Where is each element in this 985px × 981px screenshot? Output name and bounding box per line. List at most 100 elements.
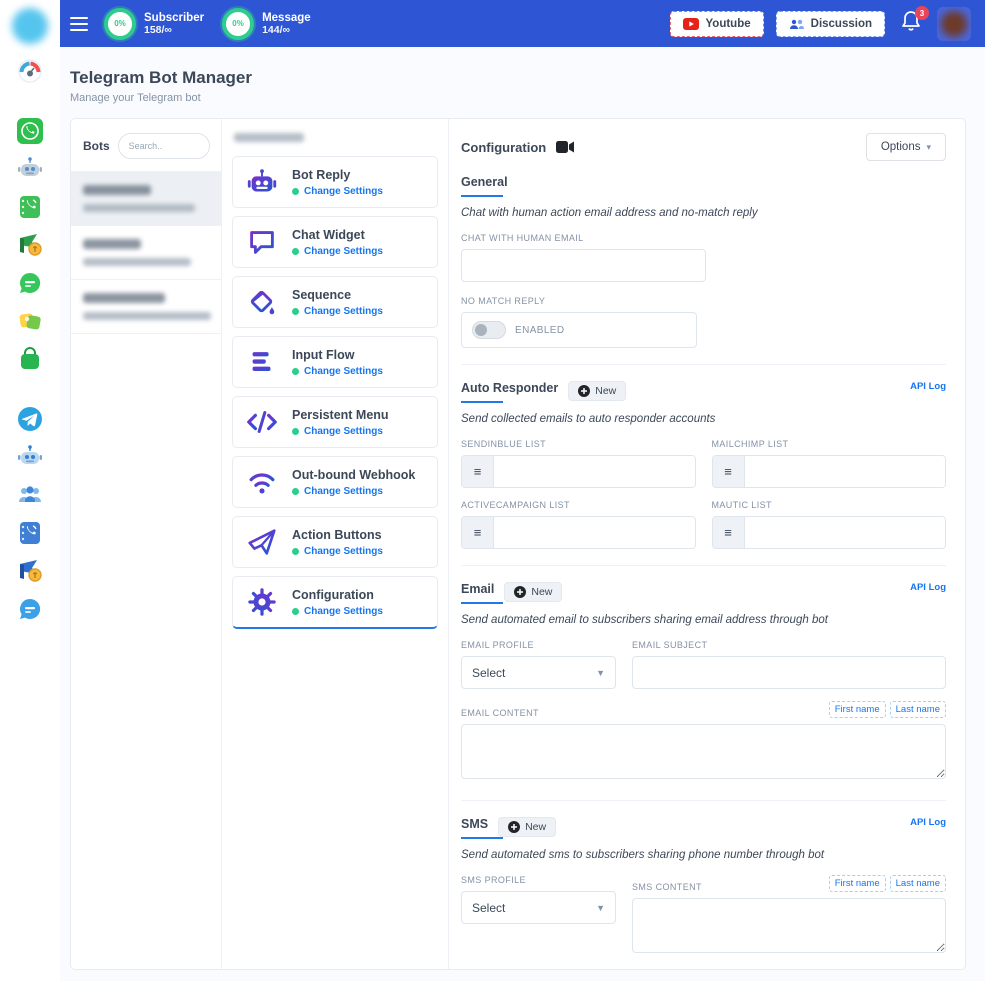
sendinblue-list-input[interactable]: [494, 456, 695, 487]
new-button-label: New: [525, 821, 546, 833]
menu-item-action-buttons[interactable]: Action Buttons Change Settings: [232, 516, 438, 568]
app-logo[interactable]: [12, 8, 48, 44]
status-dot: [292, 188, 299, 195]
telegram-chat-icon[interactable]: [17, 596, 43, 622]
dashboard-icon[interactable]: [17, 58, 43, 84]
webhook-icon: [245, 465, 279, 499]
change-settings-link[interactable]: Change Settings: [304, 546, 383, 557]
email-subject-input[interactable]: [632, 656, 946, 689]
new-button-label: New: [595, 385, 616, 397]
whatsapp-icon[interactable]: [17, 118, 43, 144]
notifications-button[interactable]: 3: [901, 10, 921, 37]
user-avatar[interactable]: [937, 7, 971, 41]
caret-down-icon: ▼: [596, 668, 605, 678]
bot-name-redacted: [83, 239, 141, 249]
configuration-icon: [245, 585, 279, 619]
menu-item-input-flow[interactable]: Input Flow Change Settings: [232, 336, 438, 388]
auto-responder-api-log-link[interactable]: API Log: [910, 381, 946, 392]
page-title: Telegram Bot Manager: [70, 68, 966, 88]
sendinblue-list-label: SENDINBLUE LIST: [461, 439, 696, 449]
change-settings-link[interactable]: Change Settings: [304, 186, 383, 197]
menu-toggle-icon[interactable]: [70, 13, 88, 35]
menu-item-title: Configuration: [292, 588, 383, 602]
menu-item-chat-widget[interactable]: Chat Widget Change Settings: [232, 216, 438, 268]
mailchimp-list-input[interactable]: [745, 456, 946, 487]
integrations-icon[interactable]: [17, 308, 43, 334]
list-icon: ≡: [713, 517, 745, 548]
chat-with-human-email-input[interactable]: [461, 249, 706, 282]
no-match-reply-label: NO MATCH REPLY: [461, 296, 946, 306]
change-settings-link[interactable]: Change Settings: [304, 486, 383, 497]
store-icon[interactable]: [17, 346, 43, 372]
status-dot: [292, 548, 299, 555]
email-new-button[interactable]: New: [504, 582, 562, 602]
email-profile-select[interactable]: Select▼: [461, 656, 616, 689]
selected-bot-name-redacted: [234, 133, 304, 142]
whatsapp-contacts-icon[interactable]: [17, 194, 43, 220]
users-icon: [789, 18, 805, 30]
telegram-contacts-icon[interactable]: [17, 520, 43, 546]
whatsapp-chat-icon[interactable]: [17, 270, 43, 296]
first-name-chip[interactable]: First name: [829, 875, 886, 892]
message-stat: 0% Message 144/∞: [222, 8, 311, 40]
tab-auto-responder[interactable]: Auto Responder: [461, 381, 558, 403]
bot-list-item[interactable]: [71, 279, 221, 333]
change-settings-link[interactable]: Change Settings: [304, 426, 383, 437]
sms-api-log-link[interactable]: API Log: [910, 817, 946, 828]
tab-general[interactable]: General: [461, 175, 508, 197]
caret-down-icon: ▾: [926, 142, 931, 153]
mautic-list-label: MAUTIC LIST: [712, 500, 947, 510]
telegram-bot-icon[interactable]: [17, 444, 43, 470]
main-area: 0% Subscriber 158/∞ 0% Message 144/∞ You…: [60, 0, 985, 981]
chat-with-human-email-label: CHAT WITH HUMAN EMAIL: [461, 233, 946, 243]
no-match-reply-toggle[interactable]: [472, 321, 506, 339]
discussion-button[interactable]: Discussion: [776, 11, 885, 37]
change-settings-link[interactable]: Change Settings: [304, 246, 383, 257]
bot-list-item[interactable]: [71, 171, 221, 225]
change-settings-link[interactable]: Change Settings: [304, 606, 383, 617]
sms-profile-label: SMS PROFILE: [461, 875, 616, 885]
telegram-icon[interactable]: [17, 406, 43, 432]
whatsapp-bot-icon[interactable]: [17, 156, 43, 182]
sms-new-button[interactable]: New: [498, 817, 556, 837]
tab-sms[interactable]: SMS: [461, 817, 488, 839]
menu-item-sequence[interactable]: Sequence Change Settings: [232, 276, 438, 328]
sms-content-label: SMS CONTENT: [632, 882, 702, 892]
video-tutorial-icon[interactable]: [556, 140, 574, 154]
mautic-list-input[interactable]: [745, 517, 946, 548]
menu-item-outbound-webhook[interactable]: Out-bound Webhook Change Settings: [232, 456, 438, 508]
email-api-log-link[interactable]: API Log: [910, 582, 946, 593]
last-name-chip[interactable]: Last name: [890, 875, 946, 892]
sms-profile-select[interactable]: Select▼: [461, 891, 616, 924]
telegram-campaign-icon[interactable]: [17, 558, 43, 584]
telegram-subscribers-icon[interactable]: [17, 482, 43, 508]
menu-item-configuration[interactable]: Configuration Change Settings: [232, 576, 438, 629]
first-name-chip[interactable]: First name: [829, 701, 886, 718]
bot-list-item[interactable]: [71, 225, 221, 279]
plus-circle-icon: [508, 821, 520, 833]
change-settings-link[interactable]: Change Settings: [304, 306, 383, 317]
options-button[interactable]: Options ▾: [866, 133, 946, 161]
status-dot: [292, 248, 299, 255]
sms-content-textarea[interactable]: [632, 898, 946, 953]
subscriber-progress-ring: 0%: [104, 8, 136, 40]
menu-item-persistent-menu[interactable]: Persistent Menu Change Settings: [232, 396, 438, 448]
plus-circle-icon: [514, 586, 526, 598]
youtube-icon: [683, 18, 699, 30]
activecampaign-list-input[interactable]: [494, 517, 695, 548]
auto-responder-new-button[interactable]: New: [568, 381, 626, 401]
auto-responder-description: Send collected emails to auto responder …: [461, 413, 946, 425]
bot-search-input[interactable]: [118, 133, 210, 159]
email-content-textarea[interactable]: [461, 724, 946, 779]
youtube-button[interactable]: Youtube: [670, 11, 763, 37]
email-content-label: EMAIL CONTENT: [461, 708, 539, 718]
status-dot: [292, 488, 299, 495]
change-settings-link[interactable]: Change Settings: [304, 366, 383, 377]
whatsapp-campaign-icon[interactable]: [17, 232, 43, 258]
message-progress-ring: 0%: [222, 8, 254, 40]
menu-item-bot-reply[interactable]: Bot Reply Change Settings: [232, 156, 438, 208]
input-flow-icon: [245, 345, 279, 379]
message-label: Message: [262, 12, 311, 24]
tab-email[interactable]: Email: [461, 582, 494, 604]
last-name-chip[interactable]: Last name: [890, 701, 946, 718]
